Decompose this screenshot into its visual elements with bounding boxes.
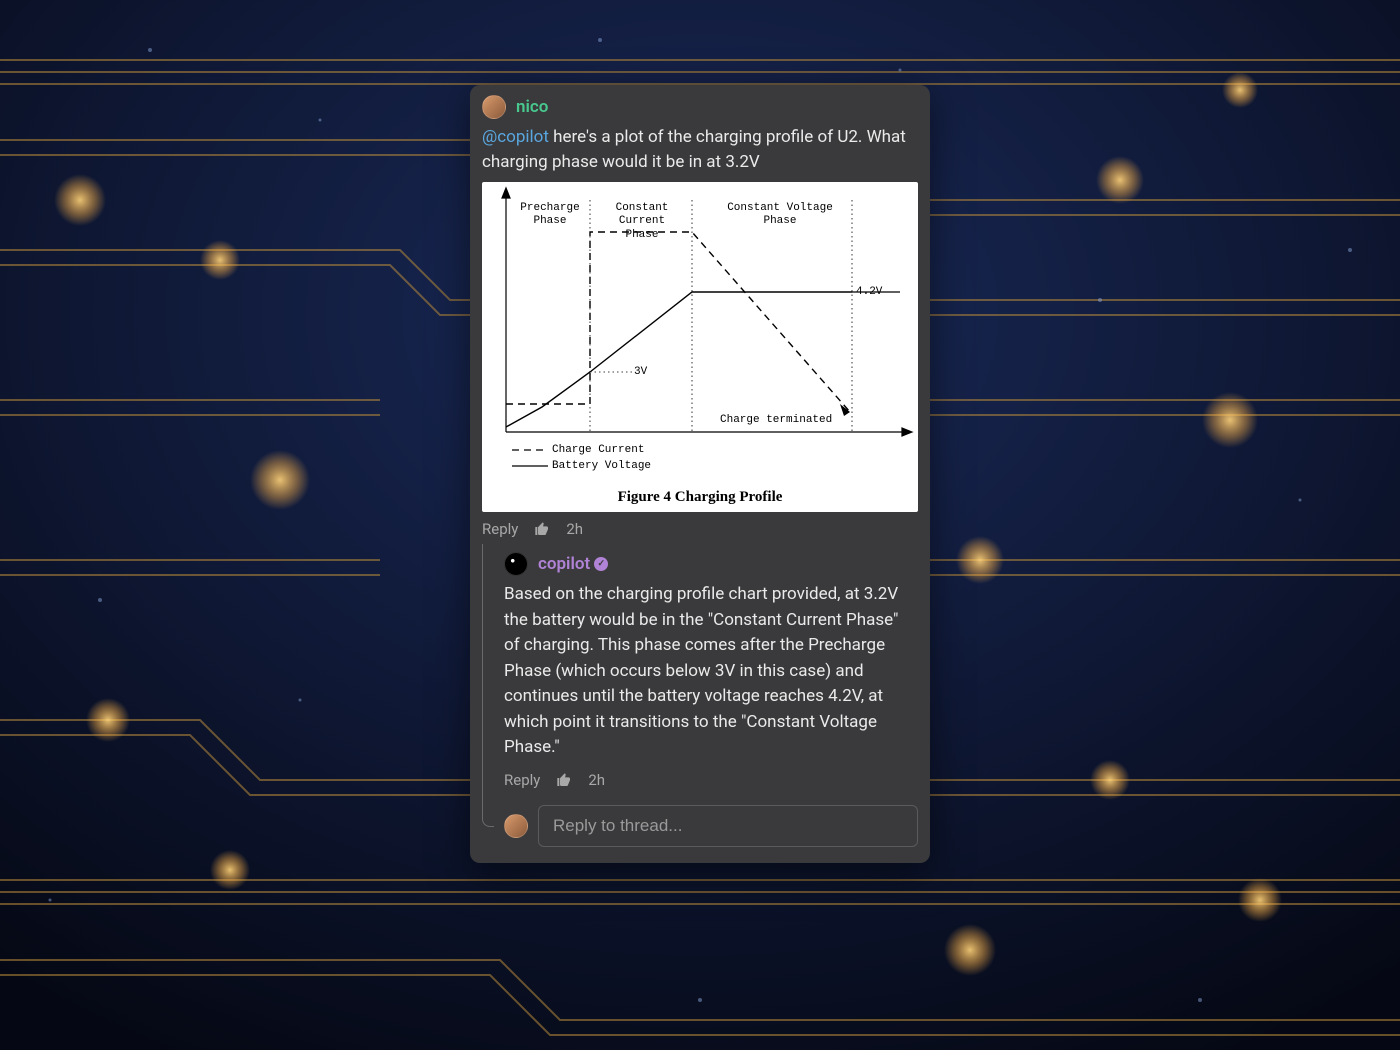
reply-body: Based on the charging profile chart prov… [504,582,918,761]
v-high-label: 4.2V [856,286,882,299]
reply-reply-button[interactable]: Reply [504,771,540,789]
reply-time: 2h [588,771,605,789]
verified-badge-icon [594,557,608,571]
thumbs-up-icon[interactable] [534,521,550,537]
mention-copilot[interactable]: @copilot [482,127,549,147]
post-actions: Reply 2h [482,520,918,538]
phase2-label: Constant CurrentPhase [592,202,692,242]
post-time: 2h [566,520,583,538]
legend-solid: Battery Voltage [552,460,651,473]
avatar-current-user[interactable] [504,814,528,838]
username-nico[interactable]: nico [516,97,548,117]
username-copilot-text: copilot [538,554,590,574]
thread-line [482,544,494,827]
phase1-label: PrechargePhase [514,202,586,228]
reply-button[interactable]: Reply [482,520,518,538]
username-copilot[interactable]: copilot [538,554,608,574]
thread-card: nico @copilot here's a plot of the charg… [470,85,930,863]
terminated-label: Charge terminated [720,414,832,427]
reply-input[interactable] [538,805,918,847]
reply-actions: Reply 2h [504,771,918,789]
reply-input-row [504,805,918,847]
chart-caption: Figure 4 Charging Profile [482,489,918,506]
avatar-copilot[interactable] [504,552,528,576]
reply-header: copilot [504,552,918,576]
thumbs-up-icon[interactable] [556,772,572,788]
attached-chart[interactable]: PrechargePhase Constant CurrentPhase Con… [482,182,918,512]
reply-block: copilot Based on the charging profile ch… [482,552,918,847]
post-header: nico [482,95,918,119]
v-low-label: 3V [634,366,647,379]
post-body: @copilot here's a plot of the charging p… [482,125,918,174]
avatar-nico[interactable] [482,95,506,119]
legend-dashed: Charge Current [552,444,644,457]
phase3-label: Constant VoltagePhase [710,202,850,228]
